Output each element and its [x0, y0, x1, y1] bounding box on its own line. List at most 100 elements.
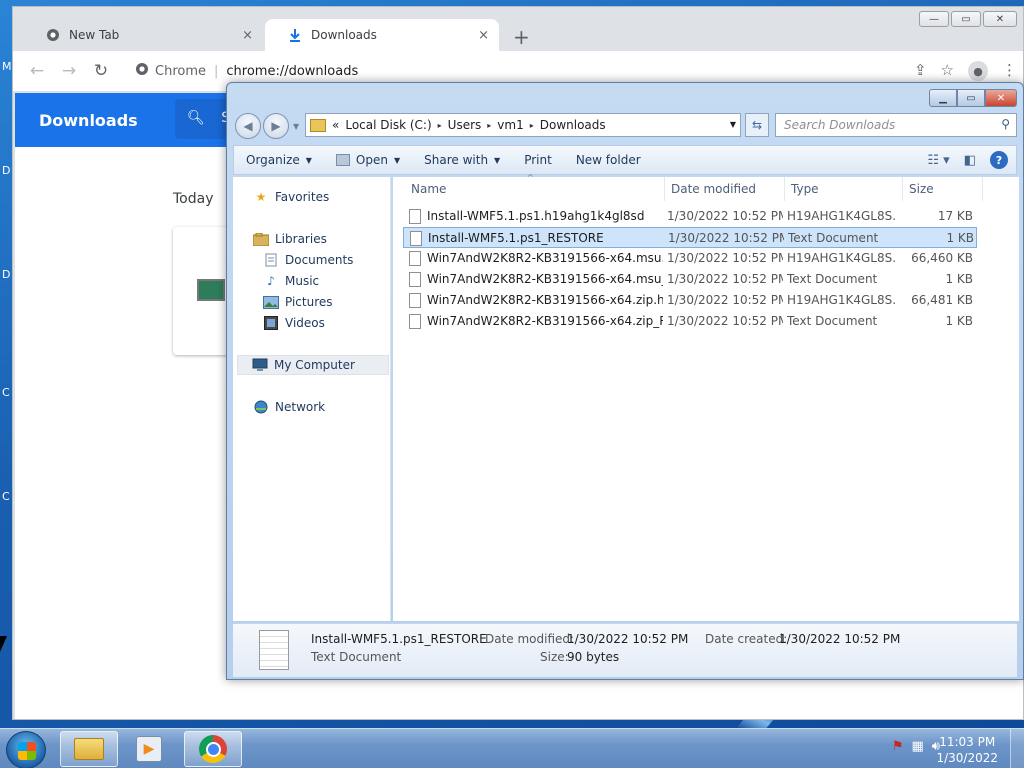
nav-item-favorites[interactable]: ★ Favorites: [253, 187, 403, 207]
libraries-icon: [253, 232, 269, 246]
file-date: 1/30/2022 10:52 PM: [668, 231, 784, 245]
forward-button[interactable]: ▶: [263, 113, 289, 139]
breadcrumb-item[interactable]: vm1: [497, 118, 523, 132]
maximize-button[interactable]: ▭: [957, 89, 985, 107]
tab-title: Downloads: [311, 28, 377, 42]
breadcrumb-item[interactable]: Users: [448, 118, 482, 132]
desktop-icon-label[interactable]: D: [2, 164, 10, 177]
file-size: 66,481 KB: [911, 293, 973, 307]
tab-downloads[interactable]: Downloads ×: [265, 19, 499, 51]
taskbar-explorer-button[interactable]: [60, 731, 118, 767]
nav-item-documents[interactable]: Documents: [263, 250, 413, 270]
breadcrumb-overflow[interactable]: «: [332, 118, 339, 132]
file-date: 1/30/2022 10:52 PM: [667, 251, 783, 265]
share-icon[interactable]: ⇪: [914, 61, 927, 81]
videos-icon: [263, 316, 279, 330]
tab-new-tab[interactable]: New Tab ×: [23, 19, 263, 51]
nav-item-music[interactable]: ♪ Music: [263, 271, 413, 291]
nav-item-libraries[interactable]: Libraries: [253, 229, 403, 249]
file-date: 1/30/2022 10:52 PM: [667, 209, 783, 223]
desktop-icon-label[interactable]: M: [2, 60, 12, 73]
url-site-label: Chrome: [155, 63, 206, 79]
nav-item-my-computer[interactable]: My Computer: [237, 355, 389, 375]
start-button[interactable]: [6, 731, 46, 768]
chrome-favicon-icon: [45, 27, 61, 43]
address-bar[interactable]: Chrome | chrome://downloads: [127, 57, 987, 85]
network-status-icon[interactable]: ▦: [912, 739, 924, 754]
taskbar-media-player-button[interactable]: ▶: [120, 731, 178, 767]
help-icon[interactable]: ?: [990, 151, 1008, 169]
nav-item-pictures[interactable]: Pictures: [263, 292, 413, 312]
action-center-flag-icon[interactable]: ⚑: [892, 739, 904, 754]
open-icon: [335, 154, 350, 166]
column-header-name[interactable]: Name: [407, 177, 665, 201]
table-row[interactable]: Win7AndW2K8R2-KB3191566-x64.zip.h19... 1…: [403, 290, 977, 311]
nav-label: Network: [275, 400, 326, 414]
breadcrumb[interactable]: « Local Disk (C:) ▸ Users ▸ vm1 ▸ Downlo…: [305, 113, 741, 137]
media-player-icon: ▶: [136, 736, 162, 762]
back-button[interactable]: ←: [21, 61, 53, 81]
clock[interactable]: 11:03 PM 1/30/2022: [936, 734, 998, 766]
desktop-icon-label[interactable]: C: [2, 386, 10, 399]
nav-label: Videos: [285, 316, 325, 330]
table-row[interactable]: Win7AndW2K8R2-KB3191566-x64.msu.h1... 1/…: [403, 248, 977, 269]
table-row[interactable]: Win7AndW2K8R2-KB3191566-x64.zip_RES... 1…: [403, 311, 977, 332]
more-menu-icon[interactable]: ⋮: [1002, 61, 1017, 81]
close-icon[interactable]: ×: [478, 28, 489, 43]
column-header-date[interactable]: Date modified: [667, 177, 785, 201]
taskbar-chrome-button[interactable]: [184, 731, 242, 767]
forward-button[interactable]: →: [53, 61, 85, 81]
bookmark-star-icon[interactable]: ☆: [941, 61, 954, 81]
column-header-type[interactable]: Type: [787, 177, 903, 201]
maximize-button[interactable]: ▭: [951, 11, 981, 27]
recent-pages-dropdown[interactable]: ▼: [293, 122, 299, 131]
nav-item-videos[interactable]: Videos: [263, 313, 413, 333]
refresh-button[interactable]: ⇆: [745, 113, 769, 137]
new-tab-button[interactable]: +: [513, 25, 530, 49]
system-tray: ⚑ ▦ 🔊︎: [892, 739, 940, 754]
print-button[interactable]: Print: [512, 153, 564, 167]
minimize-button[interactable]: —: [919, 11, 949, 27]
file-type: Text Document: [788, 231, 879, 245]
new-folder-button[interactable]: New folder: [564, 153, 653, 167]
share-with-menu[interactable]: Share with ▼: [412, 153, 512, 167]
preview-pane-icon[interactable]: ◧: [964, 153, 976, 168]
breadcrumb-item[interactable]: Downloads: [540, 118, 606, 132]
reload-button[interactable]: ↻: [85, 61, 117, 81]
close-icon[interactable]: ×: [242, 28, 253, 43]
mouse-cursor-icon: [0, 636, 7, 652]
search-input[interactable]: Search Downloads ⚲: [775, 113, 1017, 137]
table-row[interactable]: Install-WMF5.1.ps1_RESTORE 1/30/2022 10:…: [403, 227, 977, 248]
organize-label: Organize: [246, 153, 300, 167]
minimize-button[interactable]: ▁: [929, 89, 957, 107]
chevron-down-icon[interactable]: ▼: [730, 120, 736, 129]
file-date: 1/30/2022 10:52 PM: [667, 314, 783, 328]
nav-item-network[interactable]: Network: [253, 397, 403, 417]
computer-icon: [252, 358, 268, 372]
breadcrumb-item[interactable]: Local Disk (C:): [345, 118, 431, 132]
back-button[interactable]: ◀: [235, 113, 261, 139]
file-icon: [409, 272, 421, 287]
breadcrumb-separator[interactable]: ▸: [438, 121, 442, 130]
column-header-size[interactable]: Size: [905, 177, 983, 201]
breadcrumb-separator[interactable]: ▸: [530, 121, 534, 130]
command-bar: Organize ▼ Open ▼ Share with ▼ Print New fo…: [233, 145, 1017, 175]
music-note-icon: ♪: [267, 274, 275, 288]
nav-label: Libraries: [275, 232, 327, 246]
date-heading: Today: [173, 191, 214, 207]
breadcrumb-separator[interactable]: ▸: [487, 121, 491, 130]
download-icon: [287, 27, 303, 43]
desktop-icon-label[interactable]: D: [2, 268, 10, 281]
table-row[interactable]: Install-WMF5.1.ps1.h19ahg1k4gl8sd 1/30/2…: [403, 206, 977, 227]
close-window-button[interactable]: ✕: [983, 11, 1017, 27]
show-desktop-button[interactable]: [1010, 729, 1024, 768]
organize-menu[interactable]: Organize ▼: [234, 153, 324, 167]
open-menu[interactable]: Open ▼: [324, 153, 412, 167]
details-file-name: Install-WMF5.1.ps1_RESTORE: [311, 632, 487, 646]
table-row[interactable]: Win7AndW2K8R2-KB3191566-x64.msu_R... 1/3…: [403, 269, 977, 290]
close-window-button[interactable]: ✕: [985, 89, 1017, 107]
profile-avatar-icon[interactable]: ●: [968, 61, 988, 81]
desktop-icon-label[interactable]: C: [2, 490, 10, 503]
network-icon: [253, 400, 269, 414]
change-view-icon[interactable]: ☷ ▾: [927, 153, 949, 168]
